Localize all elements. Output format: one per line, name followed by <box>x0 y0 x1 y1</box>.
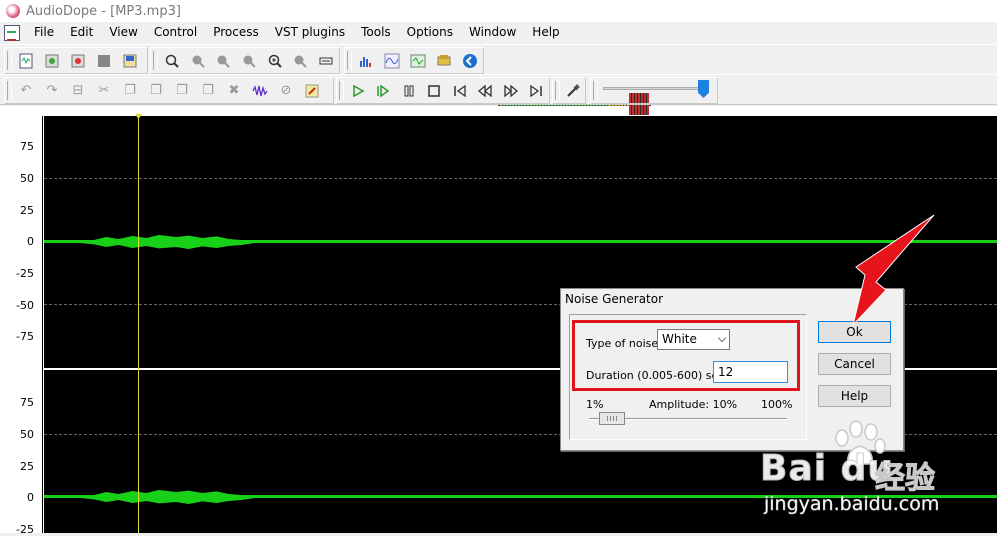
redo-icon[interactable]: ↷ <box>41 80 63 102</box>
pause-icon[interactable] <box>398 80 420 102</box>
toolbar-edit-group: ↶ ↷ ⊟ ✂ ❐ ❐ ❐ ❐ ✖ ⊘ <box>4 77 334 104</box>
amplitude-max-label: 100% <box>761 398 793 411</box>
cancel-button[interactable]: Cancel <box>818 353 891 375</box>
toolbar-file-group <box>4 47 148 74</box>
new-file-icon[interactable] <box>15 50 37 72</box>
toolbar-record-group <box>552 77 586 104</box>
spectrum-icon[interactable] <box>355 50 377 72</box>
amplitude-min-label: 1% <box>586 398 604 411</box>
toolbar-zoom-group <box>150 47 340 74</box>
tick-label: 25 <box>20 460 34 473</box>
window-title: AudioDope - [MP3.mp3] <box>26 3 181 19</box>
tick-label: 50 <box>20 172 34 185</box>
fast-forward-icon[interactable] <box>500 80 522 102</box>
tick-label: -75 <box>16 330 34 343</box>
amplitude-label: Amplitude: 10% <box>649 398 738 411</box>
undo-icon[interactable]: ↶ <box>15 80 37 102</box>
normalize-icon[interactable] <box>407 50 429 72</box>
title-bar: AudioDope - [MP3.mp3] <box>0 0 997 22</box>
close-file-icon[interactable] <box>67 50 89 72</box>
paste-new-icon[interactable]: ❐ <box>197 80 219 102</box>
zoom-vertical-out-icon[interactable] <box>290 50 312 72</box>
zoom-selection-icon[interactable] <box>238 50 260 72</box>
batch-icon[interactable] <box>433 50 455 72</box>
watermark-brand: Bai du <box>759 448 895 490</box>
tick-label: 0 <box>27 491 34 504</box>
dialog-title: Noise Generator <box>565 292 664 306</box>
menu-file[interactable]: File <box>26 22 62 43</box>
playback-cursor[interactable] <box>138 116 139 533</box>
zoom-out-icon[interactable] <box>187 50 209 72</box>
toolbar-edit: ↶ ↷ ⊟ ✂ ❐ ❐ ❐ ❐ ✖ ⊘ <box>0 74 997 105</box>
go-start-icon[interactable] <box>449 80 471 102</box>
tick-label: -25 <box>16 523 34 536</box>
tick-label: -25 <box>16 267 34 280</box>
delete-icon[interactable]: ✖ <box>223 80 245 102</box>
stop-icon[interactable] <box>424 80 446 102</box>
play-icon[interactable] <box>347 80 369 102</box>
tick-label: 25 <box>20 204 34 217</box>
rewind-icon[interactable] <box>475 80 497 102</box>
zoom-in-icon[interactable] <box>161 50 183 72</box>
cut-icon[interactable]: ✂ <box>93 80 115 102</box>
tick-label: 75 <box>20 140 34 153</box>
menu-bar: File Edit View Control Process VST plugi… <box>0 22 997 43</box>
volume-slider-track[interactable] <box>603 87 709 90</box>
zoom-prev-icon[interactable] <box>212 50 234 72</box>
paste-icon[interactable]: ❐ <box>145 80 167 102</box>
tick-label: 50 <box>20 428 34 441</box>
open-file-icon[interactable] <box>41 50 63 72</box>
menu-options[interactable]: Options <box>399 22 461 43</box>
info-icon[interactable] <box>459 50 481 72</box>
watermark: Bai du 经验 jingyan.baidu.com <box>759 420 997 533</box>
menu-tools[interactable]: Tools <box>353 22 399 43</box>
menu-help[interactable]: Help <box>524 22 567 43</box>
menu-window[interactable]: Window <box>461 22 524 43</box>
watermark-cn: 经验 <box>875 461 936 497</box>
paste-mix-icon[interactable]: ❐ <box>171 80 193 102</box>
edit-icon[interactable] <box>301 80 323 102</box>
toolbar-main <box>0 44 997 117</box>
pointer-arrow-icon <box>852 214 935 327</box>
amplitude-ruler: 75 50 25 0 -25 -50 -75 75 50 25 0 -25 <box>0 116 43 536</box>
play-selection-icon[interactable] <box>373 80 395 102</box>
silence-icon[interactable]: ⊘ <box>275 80 297 102</box>
tick-label: 75 <box>20 396 34 409</box>
tick-label: -50 <box>16 299 34 312</box>
document-icon[interactable] <box>4 24 20 41</box>
highlight-box <box>572 320 800 391</box>
copy-icon[interactable]: ❐ <box>119 80 141 102</box>
go-end-icon[interactable] <box>526 80 548 102</box>
amplitude-slider-thumb[interactable] <box>599 412 625 425</box>
save-file-icon[interactable] <box>119 50 141 72</box>
menu-view[interactable]: View <box>101 22 145 43</box>
menu-process[interactable]: Process <box>205 22 267 43</box>
stop-record-icon[interactable] <box>93 50 115 72</box>
zoom-vertical-in-icon[interactable] <box>264 50 286 72</box>
tick-label: 0 <box>27 235 34 248</box>
menu-edit[interactable]: Edit <box>62 22 101 43</box>
waveform-icon[interactable] <box>381 50 403 72</box>
toolbar-transport-group <box>336 77 550 104</box>
app-icon <box>6 4 20 18</box>
record-icon[interactable] <box>563 80 583 102</box>
trim-icon[interactable]: ⊟ <box>67 80 89 102</box>
menu-control[interactable]: Control <box>146 22 205 43</box>
noise-icon[interactable] <box>249 80 271 102</box>
help-button[interactable]: Help <box>818 385 891 407</box>
watermark-url: jingyan.baidu.com <box>764 493 940 516</box>
toolbar-process-group <box>344 47 484 74</box>
menu-vst-plugins[interactable]: VST plugins <box>267 22 353 43</box>
fit-width-icon[interactable] <box>315 50 337 72</box>
